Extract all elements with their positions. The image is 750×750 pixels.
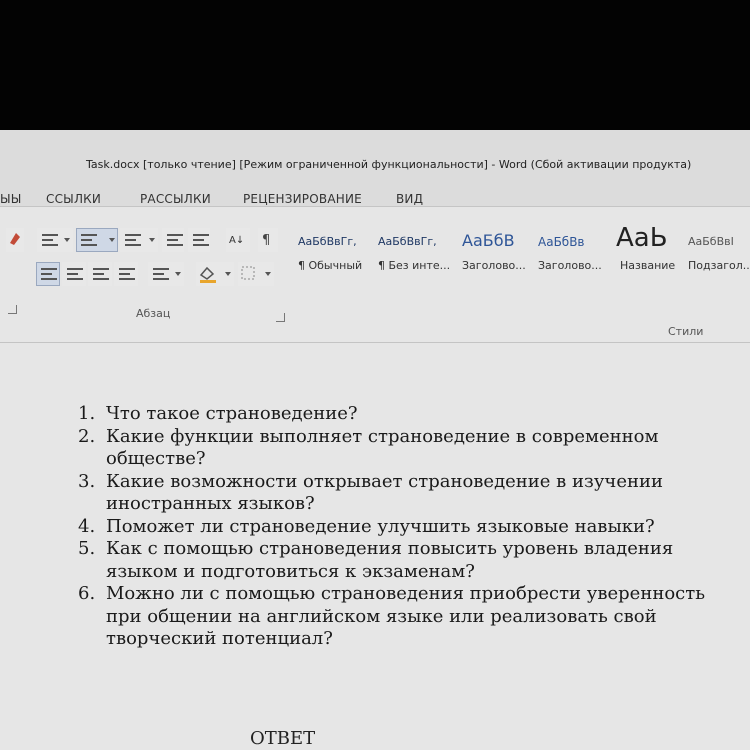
tab-view[interactable]: ВИД [396,192,423,206]
style-name: ¶ Без инте... [378,259,451,272]
answer-heading: ОТВЕТ [250,728,316,749]
list-number: 5. [78,538,96,559]
list-number: 2. [78,425,96,447]
list-number: 3. [78,470,96,492]
ribbon: A↓ ¶ Абзац АаБбВвГг, ¶ Обычный АаБбВвГг, [0,207,750,342]
style-name: Подзагол... [688,259,750,272]
sort-icon[interactable]: A↓ [226,228,250,252]
decrease-indent-button[interactable] [162,228,184,252]
list-text: Что такое страноведение? [106,403,358,424]
list-text: Поможет ли страноведение улучшить языков… [106,515,655,537]
borders-button[interactable] [238,262,274,286]
style-name: Заголово... [538,259,602,272]
font-dialog-launcher[interactable] [8,305,17,314]
tab-partial[interactable]: ЫЫ [0,192,22,206]
list-text: Какие возможности открывает страноведени… [106,470,663,515]
document-page[interactable]: 1. Что такое страноведение? 2. Какие фун… [0,343,750,750]
list-item: 5. Как с помощью страноведения повысить … [78,538,738,583]
style-sample: АаБбВвГг, [298,235,357,248]
list-number: 6. [78,583,96,604]
style-sample: АаБбВвГг, [378,235,437,248]
list-number: 1. [78,403,96,424]
tab-references[interactable]: ССЫЛКИ [46,192,101,206]
tab-review[interactable]: РЕЦЕНЗИРОВАНИЕ [243,192,362,206]
list-text: Как с помощью страноведения повысить уро… [106,538,674,582]
clear-format-icon[interactable] [6,228,24,252]
list-item: 3. Какие возможности открывает страновед… [78,471,738,516]
style-heading-2[interactable]: АаБбВв Заголово... [538,225,606,279]
screen-bezel [0,0,750,130]
style-title[interactable]: АаЬ Название [616,223,684,279]
style-sample: АаБбВ [462,231,515,250]
list-text: Можно ли с помощью страноведения приобре… [106,583,706,649]
tab-mailings[interactable]: РАССЫЛКИ [140,192,211,206]
numbering-button[interactable] [76,228,118,252]
list-item: 4. Поможет ли страноведение улучшить язы… [78,516,738,539]
increase-indent-button[interactable] [188,228,210,252]
word-window: Task.docx [только чтение] [Режим огранич… [0,130,750,750]
style-normal[interactable]: АаБбВвГг, ¶ Обычный [298,225,370,279]
style-sample: АаБбВв [538,235,585,249]
list-item: 6. Можно ли с помощью страноведения прио… [78,583,738,651]
multilevel-list-button[interactable] [120,228,158,252]
questions-list: 1. Что такое страноведение? 2. Какие фун… [78,403,738,651]
style-no-spacing[interactable]: АаБбВвГг, ¶ Без инте... [378,225,458,279]
list-item: 2. Какие функции выполняет страноведение… [78,426,738,471]
align-right-button[interactable] [88,262,112,286]
paragraph-group-label: Абзац [136,307,171,320]
style-sample: АаБбВвI [688,235,734,248]
line-spacing-button[interactable] [148,262,184,286]
list-number: 4. [78,515,96,537]
svg-text:A↓: A↓ [229,235,244,246]
style-subtitle[interactable]: АаБбВвI Подзагол... [688,225,750,279]
list-item: 1. Что такое страноведение? [78,403,738,426]
title-bar: Task.docx [только чтение] [Режим огранич… [0,152,750,174]
align-center-button[interactable] [62,262,86,286]
paragraph-dialog-launcher[interactable] [276,313,285,322]
shading-button[interactable] [196,262,234,286]
window-title: Task.docx [только чтение] [Режим огранич… [86,158,692,171]
bullets-button[interactable] [37,228,73,252]
justify-button[interactable] [114,262,138,286]
style-sample: АаЬ [616,223,668,253]
svg-text:¶: ¶ [262,233,270,248]
style-name: ¶ Обычный [298,259,363,272]
align-left-button[interactable] [36,262,60,286]
style-heading-1[interactable]: АаБбВ Заголово... [462,225,532,279]
pilcrow-icon[interactable]: ¶ [258,228,278,252]
ribbon-tabs: ЫЫ ССЫЛКИ РАССЫЛКИ РЕЦЕНЗИРОВАНИЕ ВИД [0,178,750,207]
styles-group-label: Стили [668,325,704,338]
style-name: Заголово... [462,259,526,272]
style-name: Название [620,259,676,272]
list-text: Какие функции выполняет страноведение в … [106,425,659,470]
